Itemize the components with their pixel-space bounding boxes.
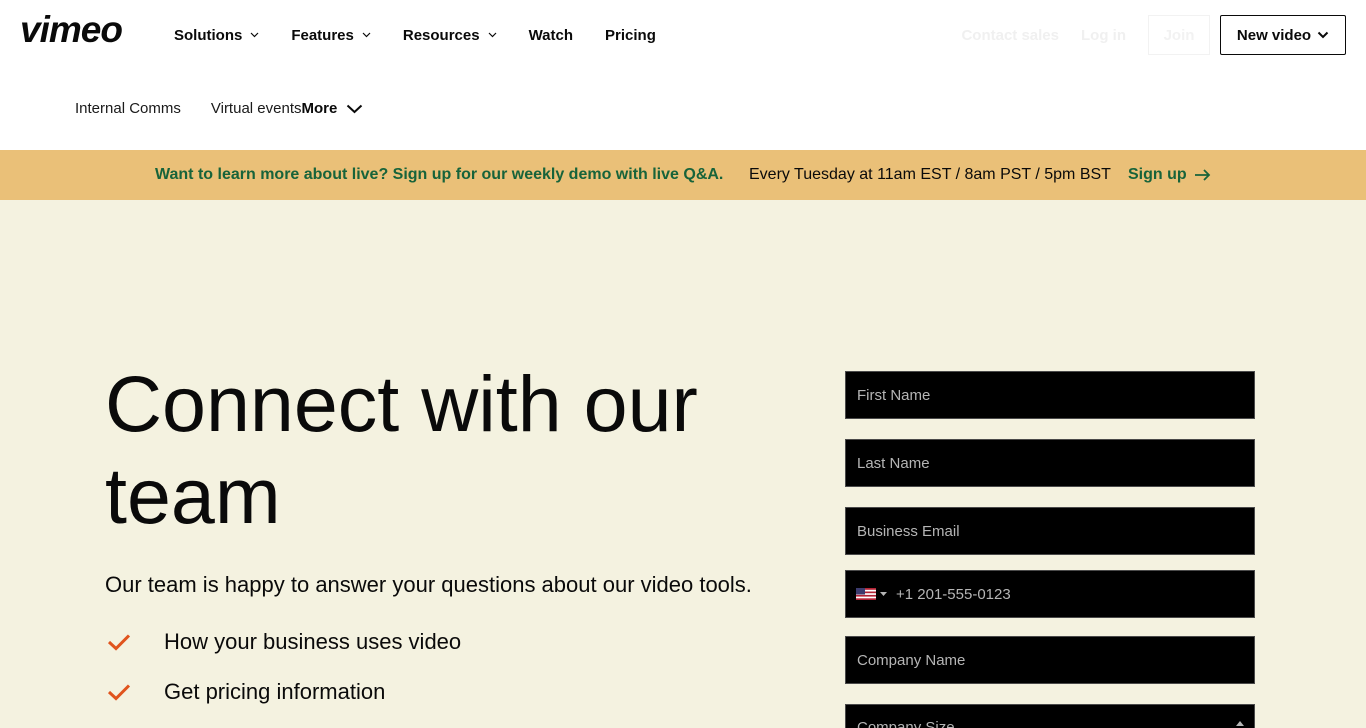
- chevron-down-icon: [362, 32, 371, 38]
- subnav-internal-comms[interactable]: Internal Comms: [75, 100, 181, 117]
- first-name-field[interactable]: [845, 371, 1255, 419]
- new-video-label: New video: [1236, 26, 1312, 44]
- nav-resources[interactable]: Resources: [403, 27, 497, 44]
- benefits-list: How your business uses video Get pricing…: [105, 628, 461, 728]
- list-item: How your business uses video: [105, 628, 461, 656]
- nav-resources-label: Resources: [402, 26, 480, 44]
- nav-pricing[interactable]: Pricing: [605, 27, 656, 44]
- subnav-virtual-events[interactable]: Virtual events: [211, 100, 302, 117]
- banner-signup-link[interactable]: Sign up: [1128, 166, 1211, 184]
- select-arrows-icon: [1236, 721, 1244, 726]
- checkmark-icon: [105, 678, 133, 706]
- list-item-label: Get pricing information: [164, 679, 386, 704]
- nav-watch[interactable]: Watch: [529, 27, 573, 44]
- login-link[interactable]: Log in: [1081, 27, 1126, 44]
- list-item-label: How your business uses video: [164, 629, 462, 654]
- vimeo-logo[interactable]: vimeo: [20, 11, 132, 49]
- banner-promo-text: Want to learn more about live? Sign up f…: [155, 166, 724, 183]
- contact-sales-link[interactable]: Contact sales: [961, 27, 1059, 44]
- new-video-button[interactable]: New video: [1220, 15, 1346, 55]
- company-name-field[interactable]: [845, 636, 1255, 684]
- business-email-field[interactable]: [845, 507, 1255, 555]
- phone-input[interactable]: [896, 585, 1226, 603]
- company-size-placeholder: Company Size: [857, 719, 955, 728]
- banner-schedule-text: Every Tuesday at 11am EST / 8am PST / 5p…: [749, 166, 1111, 183]
- join-button[interactable]: Join: [1148, 15, 1210, 55]
- chevron-down-icon: [488, 32, 497, 38]
- sub-navigation: Internal Comms Virtual events More: [75, 100, 363, 117]
- subnav-more-label: More: [301, 100, 338, 117]
- company-size-select[interactable]: Company Size: [845, 704, 1255, 728]
- banner-signup-label: Sign up: [1128, 166, 1187, 183]
- caret-down-icon[interactable]: [880, 592, 887, 596]
- svg-text:vimeo: vimeo: [20, 11, 122, 49]
- nav-watch-label: Watch: [528, 26, 574, 44]
- nav-pricing-label: Pricing: [605, 26, 656, 44]
- list-item: Get pricing information: [105, 678, 461, 706]
- contact-form: Company Size: [845, 371, 1255, 728]
- hero-subtitle: Our team is happy to answer your questio…: [105, 572, 752, 597]
- account-nav: Contact sales Log in Join New video: [961, 15, 1346, 55]
- nav-solutions[interactable]: Solutions: [174, 27, 259, 44]
- top-navigation: vimeo Solutions Features Resources Watch…: [0, 0, 1366, 150]
- nav-solutions-label: Solutions: [174, 26, 243, 44]
- us-flag-icon[interactable]: [856, 588, 876, 600]
- phone-field: [845, 570, 1255, 618]
- nav-features-label: Features: [291, 26, 354, 44]
- page-title: Connect with our team: [105, 359, 698, 540]
- checkmark-icon: [105, 628, 133, 656]
- nav-features[interactable]: Features: [291, 27, 371, 44]
- subnav-more-button[interactable]: More: [301, 100, 363, 117]
- chevron-down-icon: [1317, 31, 1329, 39]
- chevron-down-icon: [347, 104, 363, 113]
- live-demo-banner: Want to learn more about live? Sign up f…: [0, 150, 1366, 200]
- main-nav: Solutions Features Resources Watch Prici…: [174, 25, 688, 45]
- last-name-field[interactable]: [845, 439, 1255, 487]
- arrow-right-icon: [1194, 169, 1210, 181]
- chevron-down-icon: [250, 32, 259, 38]
